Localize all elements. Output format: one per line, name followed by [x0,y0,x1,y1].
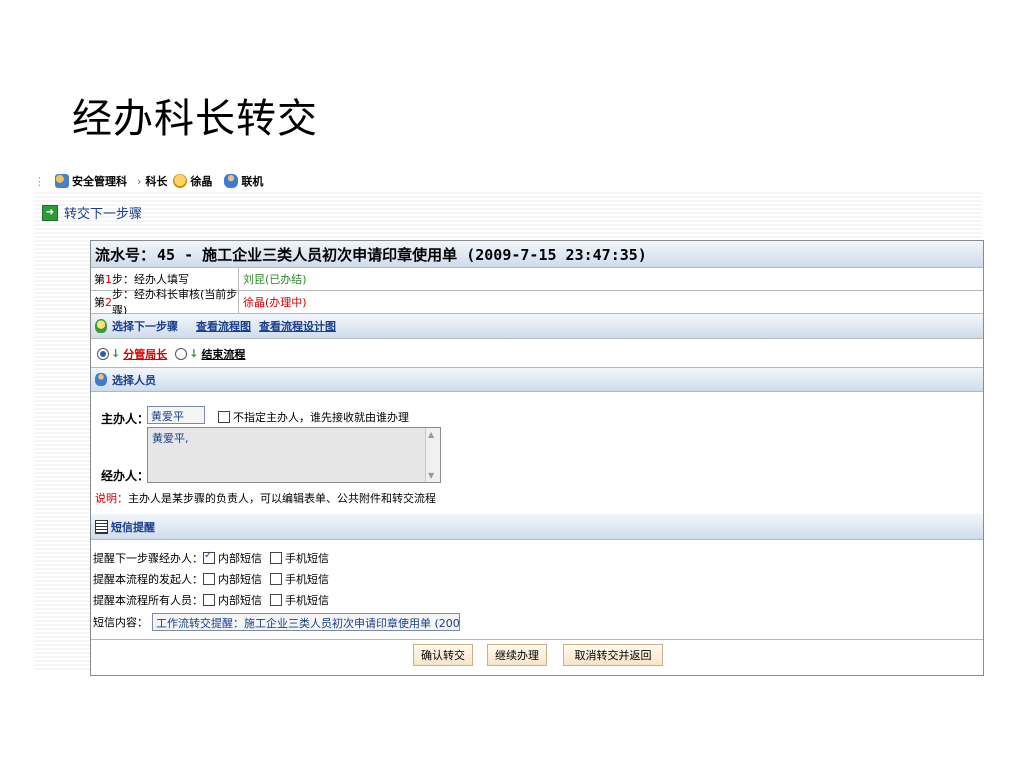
view-flowchart-link[interactable]: 查看流程图 [196,318,251,334]
separator: › [137,174,142,188]
sms-row-label: 提醒下一步骤经办人： [93,552,203,565]
role-name: 科长 [145,175,168,188]
button-row: 确认转交 继续办理 取消转交并返回 [91,639,983,673]
mobile-sms-checkbox[interactable] [270,552,282,564]
drag-handle[interactable]: ⋮ [34,175,45,188]
section-heading: ➜ 转交下一步骤 [42,203,142,222]
user-status-bar: ⋮ 安全管理科 › 科长 徐晶 联机 [34,170,982,192]
radio-option-1[interactable] [97,347,109,360]
flow-number-label: 流水号： [95,245,156,264]
handler-value: 黄爱平, [152,432,189,445]
transfer-panel: 流水号： 45 - 施工企业三类人员初次申请印章使用单 (2009-7-15 2… [90,240,984,676]
dept-item: 安全管理科 [55,173,127,189]
step-1-person: 刘昆(已办结) [243,273,307,286]
internal-sms-label: 内部短信 [218,552,262,565]
internal-sms-checkbox[interactable] [203,573,215,585]
sms-row-label: 提醒本流程的发起人： [93,573,203,586]
no-host-label: 不指定主办人，谁先接收就由谁办理 [233,411,409,424]
user-face-icon [173,174,188,188]
flow-title-row: 流水号： 45 - 施工企业三类人员初次申请印章使用单 (2009-7-15 2… [91,241,983,268]
internal-sms-checkbox[interactable] [203,594,215,606]
flow-title: 45 - 施工企业三类人员初次申请印章使用单 (2009-7-15 23:47:… [157,245,647,264]
group-icon [55,174,69,188]
mobile-sms-label: 手机短信 [285,573,329,586]
handler-textarea[interactable]: 黄爱平, ▲ ▼ [147,427,441,483]
next-step-options: ↓ 分管局长 ↓ 结束流程 [91,340,983,368]
step-number: 1 [105,272,112,286]
internal-sms-label: 内部短信 [218,594,262,607]
sms-row-2: 提醒本流程的发起人： 内部短信 手机短信 [93,571,329,587]
sms-area: 提醒下一步骤经办人： 内部短信 手机短信 提醒本流程的发起人： 内部短信 手机短… [91,540,983,640]
mobile-sms-checkbox[interactable] [270,594,282,606]
step-prefix: 第 [94,296,105,309]
sms-icon [95,519,108,534]
sms-content-input[interactable]: 工作流转交提醒：施工企业三类人员初次申请印章使用单 (2009-7-15 [152,613,460,631]
option-1-link[interactable]: 分管局长 [123,346,167,362]
handler-label: 经办人： [101,469,150,483]
sms-row-3: 提醒本流程所有人员： 内部短信 手机短信 [93,592,329,608]
step-prefix: 第 [94,273,105,286]
internal-sms-checkbox[interactable] [203,550,215,564]
mobile-sms-label: 手机短信 [285,552,329,565]
online-status: 联机 [241,175,264,188]
user-item: 徐晶 [173,173,212,189]
sms-content-row: 短信内容： 工作流转交提醒：施工企业三类人员初次申请印章使用单 (2009-7-… [93,613,460,631]
note-line: 说明：主办人是某步骤的负责人，可以编辑表单、公共附件和转交流程 [95,490,436,506]
continue-button[interactable]: 继续办理 [487,644,547,666]
scroll-up-icon[interactable]: ▲ [428,430,434,439]
sms-content-label: 短信内容： [93,616,148,629]
internal-sms-label: 内部短信 [218,573,262,586]
forward-arrow-icon: ➜ [42,204,58,221]
view-design-link[interactable]: 查看流程设计图 [259,318,336,334]
section-heading-text: 转交下一步骤 [64,207,143,222]
sms-bar: 短信提醒 [91,514,983,540]
down-arrow-icon: ↓ [111,347,121,360]
step-number: 2 [105,295,112,309]
textarea-scrollbar[interactable]: ▲ ▼ [425,428,440,482]
people-label: 选择人员 [112,373,156,387]
host-label: 主办人： [101,412,150,426]
confirm-transfer-button[interactable]: 确认转交 [413,644,473,666]
role-item: 科长 [145,173,167,189]
status-item: 联机 [224,173,263,189]
no-host-option: 不指定主办人，谁先接收就由谁办理 [218,409,409,425]
user-name: 徐晶 [190,175,213,188]
person-icon [95,373,107,386]
scroll-down-icon[interactable]: ▼ [428,471,434,480]
note-label: 说明： [95,492,128,505]
step-2-person: 徐晶(办理中) [243,296,307,309]
sms-row-1: 提醒下一步骤经办人： 内部短信 手机短信 [93,550,329,566]
sms-label: 短信提醒 [111,520,155,534]
sms-row-label: 提醒本流程所有人员： [93,594,203,607]
people-area: 主办人： 黄爱平 不指定主办人，谁先接收就由谁办理 黄爱平, ▲ ▼ 经办人： … [91,392,983,515]
online-user-icon [224,174,239,188]
next-step-bar: 选择下一步骤 查看流程图 查看流程设计图 [91,314,983,339]
people-bar: 选择人员 [91,368,983,392]
option-2-link[interactable]: 结束流程 [201,346,245,362]
cancel-return-button[interactable]: 取消转交并返回 [563,644,663,666]
note-text: 主办人是某步骤的负责人，可以编辑表单、公共附件和转交流程 [128,492,436,505]
slide-title: 经办科长转交 [72,96,318,142]
lightbulb-icon [95,319,107,333]
radio-option-2[interactable] [175,347,188,360]
down-arrow-icon: ↓ [189,347,199,360]
mobile-sms-checkbox[interactable] [270,573,282,585]
dept-name: 安全管理科 [72,175,127,188]
step-2-label: 第 2 步：经办科长审核(当前步骤) [91,288,239,317]
no-host-checkbox[interactable] [218,411,230,423]
step-suffix: 步：经办人填写 [112,273,189,286]
host-input[interactable]: 黄爱平 [147,406,205,424]
next-step-label: 选择下一步骤 [112,320,178,333]
step-row-2: 第 2 步：经办科长审核(当前步骤) 徐晶(办理中) [91,288,983,317]
mobile-sms-label: 手机短信 [285,594,329,607]
